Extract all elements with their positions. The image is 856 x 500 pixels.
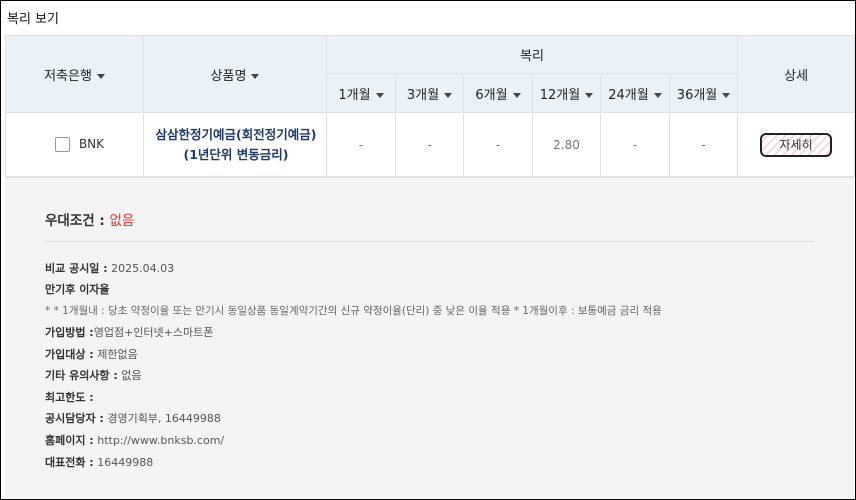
col-bank-label: 저축은행: [44, 68, 92, 84]
after-maturity-label: 만기후 이자율: [45, 281, 110, 297]
detail-panel: 우대조건 : 없음 비교 공시일 : 2025.04.03 만기후 이자율 * …: [5, 177, 854, 498]
max-limit: 최고한도 :: [45, 389, 94, 405]
phone: 대표전화 : 16449988: [45, 454, 153, 470]
col-period-1[interactable]: 1개월: [326, 73, 396, 113]
compare-date-label: 비교 공시일 :: [45, 262, 108, 275]
preferential-label: 우대조건 :: [45, 213, 105, 229]
period-label: 3개월: [406, 87, 440, 103]
other-notes-value: 없음: [121, 369, 142, 382]
panel-title: 복리 보기: [7, 12, 59, 27]
period-label: 24개월: [608, 87, 649, 103]
col-detail-header: 상세: [737, 35, 856, 113]
detail-cell: 자세히: [737, 112, 856, 177]
rate-36m: -: [668, 112, 739, 177]
col-bank-header[interactable]: 저축은행: [5, 35, 144, 113]
homepage: 홈페이지 : http://www.bnksb.com/: [45, 432, 224, 448]
col-period-36[interactable]: 36개월: [668, 73, 739, 113]
sort-caret-icon: [585, 92, 594, 98]
preferential-condition: 우대조건 : 없음: [45, 209, 134, 229]
after-maturity-title: 만기후 이자율: [45, 283, 110, 296]
rate-6m: -: [463, 112, 533, 177]
join-method-label: 가입방법 :: [45, 326, 94, 339]
col-period-6[interactable]: 6개월: [463, 73, 533, 113]
period-label: 6개월: [475, 87, 508, 103]
sort-caret-icon: [653, 92, 662, 98]
col-period-12[interactable]: 12개월: [532, 73, 601, 113]
rate-12m: 2.80: [532, 112, 601, 177]
other-notes-label: 기타 유의사항 :: [45, 369, 118, 382]
max-limit-label: 최고한도 :: [45, 391, 94, 404]
product-name-link[interactable]: 삼삼한정기예금(회전정기예금) (1년단위 변동금리): [143, 112, 327, 177]
join-target: 가입대상 : 제한없음: [45, 346, 138, 362]
bank-name: BNK: [78, 137, 105, 151]
sort-caret-icon: [251, 73, 260, 79]
col-period-3[interactable]: 3개월: [395, 73, 464, 113]
join-method: 가입방법 :영업점+인터넷+스마트폰: [45, 324, 213, 340]
phone-label: 대표전화 :: [45, 456, 94, 469]
other-notes: 기타 유의사항 : 없음: [45, 367, 142, 383]
sort-caret-icon: [96, 73, 105, 79]
period-label: 36개월: [676, 87, 718, 103]
period-label: 1개월: [338, 87, 371, 103]
after-maturity-note: * * 1개월내 : 당초 약정이율 또는 만기시 동일상품 동일계약기간의 신…: [45, 305, 662, 317]
homepage-link[interactable]: http://www.bnksb.com/: [97, 434, 224, 447]
col-period-24[interactable]: 24개월: [600, 73, 670, 113]
rate-table: 저축은행 상품명 복리 상세 1개월 3개월 6개월 12개월 24개월 36개…: [5, 35, 856, 177]
sort-caret-icon: [444, 92, 453, 98]
contact-person-value: 경영기획부, 16449988: [107, 412, 221, 425]
sort-caret-icon: [722, 92, 731, 98]
table-row: BNK 삼삼한정기예금(회전정기예금) (1년단위 변동금리) - - - 2.…: [5, 112, 856, 177]
rate-3m: -: [395, 112, 464, 177]
col-product-label: 상품명: [210, 68, 247, 84]
preferential-value: 없음: [109, 213, 135, 229]
compare-date: 비교 공시일 : 2025.04.03: [45, 260, 174, 276]
contact-person-label: 공시담당자 :: [45, 412, 104, 425]
sort-caret-icon: [512, 92, 521, 98]
join-target-label: 가입대상 :: [45, 348, 94, 361]
join-target-value: 제한없음: [97, 348, 138, 361]
row-checkbox[interactable]: [54, 137, 70, 152]
detail-button[interactable]: 자세히: [760, 132, 833, 157]
sort-caret-icon: [375, 92, 384, 98]
bank-cell: BNK: [5, 112, 144, 177]
period-label: 12개월: [539, 87, 581, 103]
divider: [45, 241, 815, 242]
join-method-value: 영업점+인터넷+스마트폰: [93, 326, 214, 339]
homepage-label: 홈페이지 :: [45, 434, 94, 447]
rate-24m: -: [600, 112, 670, 177]
phone-value: 16449988: [97, 456, 154, 469]
rate-1m: -: [326, 112, 396, 177]
contact-person: 공시담당자 : 경영기획부, 16449988: [45, 410, 221, 426]
col-product-header[interactable]: 상품명: [143, 35, 327, 113]
compound-view-panel: 복리 보기 저축은행 상품명 복리 상세 1개월 3개월 6개월 12개월 24…: [0, 0, 856, 500]
col-compound-header: 복리: [325, 35, 739, 74]
compare-date-value: 2025.04.03: [111, 262, 175, 275]
